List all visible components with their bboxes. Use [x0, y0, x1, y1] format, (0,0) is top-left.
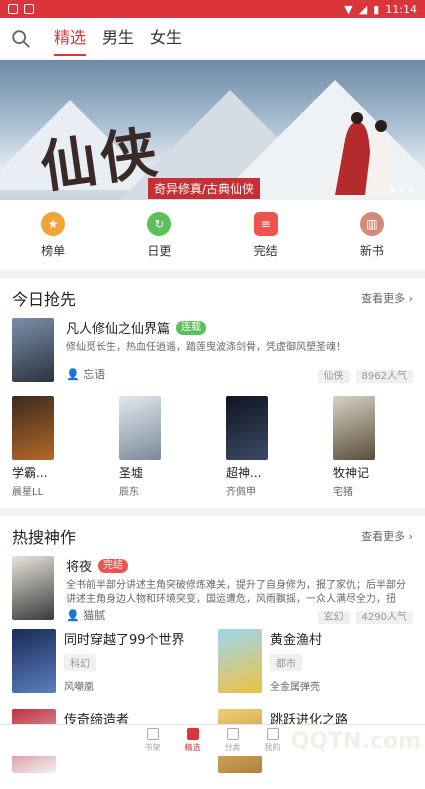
notification-icon [24, 4, 34, 14]
popularity-tag: 4290人气 [355, 610, 413, 624]
book-author: 👤 忘语 [66, 368, 106, 381]
banner-pagination [390, 187, 413, 192]
book-icon: ▥ [359, 211, 384, 236]
profile-icon [266, 728, 279, 740]
figures-illustration [335, 112, 393, 195]
book-item[interactable]: 黄金渔村 都市 全金属弹壳 [218, 629, 413, 709]
quick-link-ranking[interactable]: ★ 榜单 [18, 211, 88, 259]
watermark-logo: QQTN.com [290, 729, 421, 754]
book-cover [226, 396, 268, 460]
book-item[interactable]: 超神... 齐佩甲 [226, 396, 306, 498]
status-time: 11:14 [385, 2, 417, 16]
more-link[interactable]: 查看更多 › [361, 290, 413, 306]
quick-links: ★ 榜单 ↻ 日更 ≡ 完结 ▥ 新书 [0, 200, 425, 270]
refresh-icon: ↻ [147, 211, 172, 236]
book-list: 同时穿越了99个世界科幻风嘲凰 黄金渔村都市全金属弹壳 传奇缔造者游戏 跳跃进化… [12, 629, 413, 789]
genre-tag: 玄幻 [317, 610, 350, 624]
wifi-icon: ▼ [344, 2, 353, 16]
featured-book[interactable]: 将夜 完结 全书前半部分讲述主角突破修炼难关，提升了自身修为，报了家仇；后半部分讲… [12, 556, 413, 629]
book-cover [218, 629, 262, 693]
banner[interactable]: 仙侠 奇异修真/古典仙侠 [0, 60, 425, 200]
featured-icon [186, 728, 199, 740]
tab-female[interactable]: 女生 [142, 18, 190, 60]
banner-subtitle: 奇异修真/古典仙侠 [148, 178, 261, 199]
list-icon: ≡ [253, 211, 278, 236]
book-grid: 学霸... 晨星LL 圣墟 辰东 超神... 齐佩甲 牧神记 宅猪 [12, 388, 413, 508]
signal-icon: ◢ [358, 2, 368, 16]
category-icon [226, 728, 239, 740]
genre-tag: 仙侠 [317, 369, 350, 383]
section-title: 今日抢先 [12, 290, 77, 309]
book-title: 将夜 [66, 560, 93, 575]
status-bar: ▼ ◢ ▮ 11:14 [0, 0, 425, 18]
nav-bookshelf[interactable]: 书架 [140, 728, 166, 753]
quick-link-new[interactable]: ▥ 新书 [337, 211, 407, 259]
tab-male[interactable]: 男生 [94, 18, 142, 60]
book-item[interactable]: 同时穿越了99个世界 科幻 风嘲凰 [12, 629, 207, 709]
book-cover [119, 396, 161, 460]
book-author: 👤 猫腻 [66, 609, 106, 622]
book-desc: 修仙觅长生，热血任逍遥，踏莲曳波涤剑骨，凭虚御风塑圣魂！ [66, 342, 346, 353]
bookshelf-icon [146, 728, 159, 740]
section-today: 今日抢先 查看更多 › 凡人修仙之仙界篇 连载 修仙觅长生，热血任逍遥，踏莲曳波涤… [0, 278, 425, 508]
channel-tabs: 精选 男生 女生 [46, 18, 190, 60]
banner-title: 仙侠 [36, 118, 165, 200]
notification-icon [8, 4, 18, 14]
book-item[interactable]: 学霸... 晨星LL [12, 396, 92, 498]
search-icon[interactable] [10, 28, 32, 50]
nav-profile[interactable]: 我的 [260, 728, 286, 753]
featured-book[interactable]: 凡人修仙之仙界篇 连载 修仙觅长生，热血任逍遥，踏莲曳波涤剑骨，凭虚御风塑圣魂！ … [12, 318, 413, 388]
top-bar: 精选 男生 女生 [0, 18, 425, 60]
tab-featured[interactable]: 精选 [46, 18, 94, 60]
book-title: 凡人修仙之仙界篇 [66, 322, 171, 337]
battery-icon: ▮ [373, 2, 380, 16]
section-title: 热搜神作 [12, 528, 77, 547]
nav-category[interactable]: 分类 [220, 728, 246, 753]
quick-link-daily[interactable]: ↻ 日更 [124, 211, 194, 259]
book-cover [12, 396, 54, 460]
popularity-tag: 8962人气 [355, 369, 413, 383]
book-item[interactable]: 圣墟 辰东 [119, 396, 199, 498]
status-badge: 完结 [98, 558, 129, 573]
book-desc: 全书前半部分讲述主角突破修炼难关，提升了自身修为，报了家仇；后半部分讲述主角身边… [66, 580, 406, 605]
ranking-icon: ★ [41, 211, 66, 236]
book-cover [333, 396, 375, 460]
status-badge: 连载 [176, 320, 207, 335]
quick-link-completed[interactable]: ≡ 完结 [231, 211, 301, 259]
book-cover [12, 556, 54, 620]
book-cover [12, 318, 54, 382]
nav-featured[interactable]: 精选 [180, 728, 206, 753]
book-item[interactable]: 牧神记 宅猪 [333, 396, 413, 498]
book-cover [12, 629, 56, 693]
more-link[interactable]: 查看更多 › [361, 528, 413, 544]
